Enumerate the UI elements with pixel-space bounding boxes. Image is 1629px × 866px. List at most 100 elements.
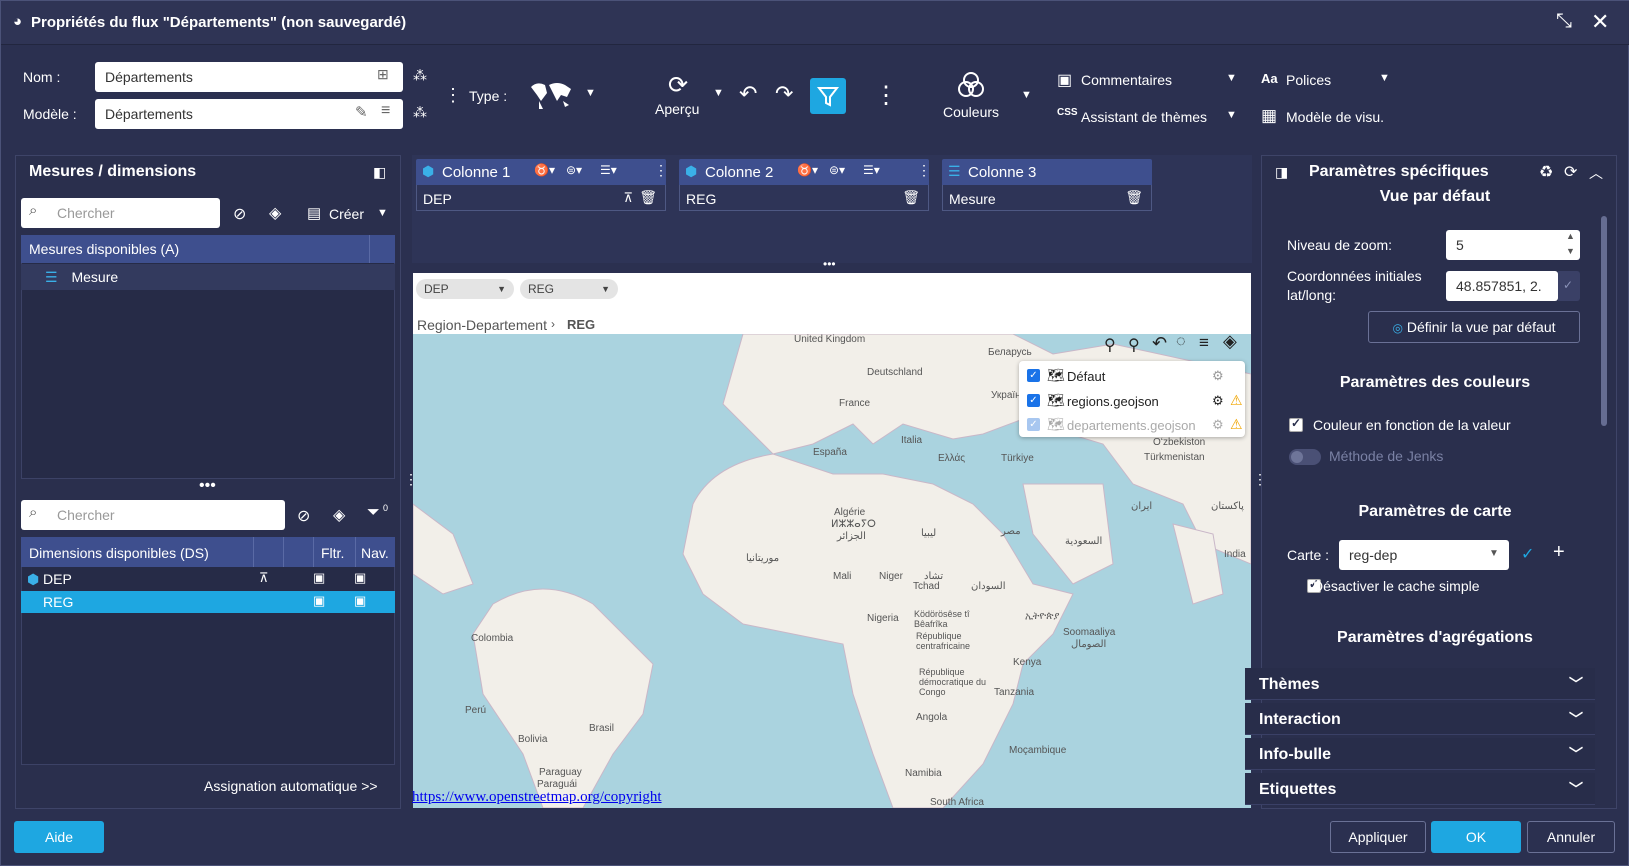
zoom-input[interactable]: 5 <box>1446 230 1580 260</box>
couleurs-label[interactable]: Couleurs <box>943 104 999 120</box>
layer-checkbox[interactable]: ✓ <box>1027 369 1040 382</box>
layer-row[interactable]: ✓ 🗺 regions.geojson ⚙ ⚠ <box>1027 392 1243 412</box>
column-1-value[interactable]: DEP ⊼ 🗑 <box>416 185 666 211</box>
layer-checkbox[interactable]: ✓ <box>1027 418 1040 431</box>
filter-chip-reg[interactable]: REG ▼ <box>520 279 618 299</box>
accordion-interaction[interactable]: Interaction ﹀ <box>1245 703 1595 735</box>
coords-input[interactable]: 48.857851, 2. <box>1446 271 1558 301</box>
column-3-value[interactable]: Mesure 🗑 <box>942 185 1152 211</box>
sort-icon[interactable]: ☰▾ <box>600 163 617 177</box>
ok-button[interactable]: OK <box>1431 821 1521 853</box>
help-button[interactable]: Aide <box>14 821 104 853</box>
zoom-out-icon[interactable]: ⚲ <box>1104 335 1116 355</box>
nom-input[interactable]: Départements <box>95 62 403 92</box>
auto-assign-link[interactable]: Assignation automatique >> <box>204 778 378 794</box>
link-icon[interactable]: ⁂ <box>413 67 427 84</box>
collapse-icon[interactable]: ⤡ <box>1556 10 1572 33</box>
accordion-etiquettes[interactable]: Etiquettes ﹀ <box>1245 773 1595 805</box>
hierarchy-icon[interactable]: ⊼ <box>623 190 633 206</box>
splitter-handle-icon[interactable]: ••• <box>199 477 216 495</box>
commentaires-dropdown-icon[interactable]: ▼ <box>1226 72 1237 84</box>
more-vert-icon[interactable]: ⋮ <box>874 81 898 110</box>
apply-button[interactable]: Appliquer <box>1330 821 1426 853</box>
create-button[interactable]: Créer <box>329 206 364 222</box>
redo-icon[interactable]: ↷ <box>775 81 793 107</box>
jenks-toggle[interactable] <box>1289 449 1321 465</box>
column-2-value[interactable]: REG 🗑 <box>679 185 929 211</box>
breadcrumb-region[interactable]: Region-Departement <box>417 317 547 333</box>
font-icon[interactable]: Aa <box>1261 71 1278 86</box>
aggregate-icon[interactable]: ⊜▾ <box>566 163 582 177</box>
layer-checkbox[interactable]: ✓ <box>1027 394 1040 407</box>
nav-checkbox[interactable]: ▣ <box>354 570 366 586</box>
world-map-icon[interactable] <box>527 79 575 111</box>
more-vert-icon[interactable]: ⋮ <box>654 162 668 179</box>
column-1-header[interactable]: ⬢ Colonne 1 ♉▾ ⊜▾ ☰▾ ⋮ <box>416 159 668 185</box>
comments-icon[interactable]: ▣ <box>1057 70 1072 90</box>
hierarchy-icon[interactable]: ⊼ <box>259 570 269 586</box>
more-vert-icon[interactable]: ⋮ <box>444 85 462 106</box>
hide-icon[interactable]: ⊘ <box>297 506 310 526</box>
cancel-button[interactable]: Annuler <box>1527 821 1615 853</box>
gear-icon[interactable]: ⚙ <box>1212 417 1224 433</box>
spinner-up-icon[interactable]: ▲ <box>1566 231 1575 241</box>
column-3-header[interactable]: ☰ Colonne 3 <box>942 159 1152 185</box>
collapse-panel-icon[interactable]: ◧ <box>373 164 386 181</box>
dimension-row-dep[interactable]: ⬢ DEP ⊼ ▣ ▣ <box>21 568 395 590</box>
assistant-themes-button[interactable]: Assistant de thèmes <box>1081 109 1207 125</box>
check-icon[interactable]: ✓ <box>1521 544 1534 564</box>
filter-chip-dep[interactable]: DEP ▼ <box>416 279 514 299</box>
measure-row[interactable]: ☰ Mesure <box>21 264 395 290</box>
layer-row[interactable]: ✓ 🗺 departements.geojson ⚙ ⚠ <box>1027 416 1243 436</box>
add-icon[interactable]: + <box>1553 541 1565 564</box>
apercu-label[interactable]: Aperçu <box>655 101 699 117</box>
commentaires-button[interactable]: Commentaires <box>1081 72 1172 88</box>
expand-panel-icon[interactable]: ◨ <box>1275 164 1288 181</box>
gear-icon[interactable]: ⚙ <box>1212 368 1224 384</box>
refresh-icon[interactable]: ⟳ <box>668 71 688 100</box>
close-icon[interactable]: ✕ <box>1591 9 1609 35</box>
dimension-row-reg[interactable]: REG ▣ ▣ <box>21 591 395 613</box>
aggregate-icon[interactable]: ⊜▾ <box>829 163 845 177</box>
nav-checkbox[interactable]: ▣ <box>354 593 366 609</box>
scrollbar[interactable] <box>1601 216 1607 426</box>
color-by-value-checkbox[interactable] <box>1289 416 1303 432</box>
copyright-link[interactable]: https://www.openstreetmap.org/copyright <box>412 789 662 806</box>
recycle-icon[interactable]: ♻ <box>1539 162 1553 182</box>
modele-visu-button[interactable]: Modèle de visu. <box>1286 109 1384 125</box>
accordion-info-bulle[interactable]: Info-bulle ﹀ <box>1245 738 1595 770</box>
edit-icon[interactable]: ✎ <box>355 103 368 121</box>
trash-icon[interactable]: 🗑 <box>1125 189 1143 206</box>
hide-icon[interactable]: ⊘ <box>233 204 246 224</box>
filter-button[interactable] <box>810 78 846 114</box>
fltr-checkbox[interactable]: ▣ <box>313 593 325 609</box>
type-dropdown-icon[interactable]: ▼ <box>585 87 596 99</box>
polices-button[interactable]: Polices <box>1286 72 1331 88</box>
gear-icon[interactable]: ⚙ <box>1212 393 1224 409</box>
zoom-in-icon[interactable]: ⚲ <box>1128 335 1140 355</box>
menu-icon[interactable]: ≡ <box>381 102 390 120</box>
layers-icon[interactable]: ◈ <box>1223 331 1237 352</box>
layout-icon[interactable]: ▦ <box>1261 106 1277 126</box>
polices-dropdown-icon[interactable]: ▼ <box>1379 72 1390 84</box>
reset-icon[interactable]: ⟳ <box>1564 162 1577 182</box>
link-icon[interactable]: ⁂ <box>413 104 427 121</box>
apercu-dropdown-icon[interactable]: ▼ <box>713 87 724 99</box>
sort-icon[interactable]: ☰▾ <box>863 163 880 177</box>
spinner-down-icon[interactable]: ▼ <box>1566 246 1575 256</box>
trash-icon[interactable]: 🗑 <box>902 189 920 206</box>
filter-icon[interactable]: ⏷ <box>367 504 380 522</box>
chevron-down-icon[interactable]: ▼ <box>1489 548 1499 559</box>
fltr-checkbox[interactable]: ▣ <box>313 570 325 586</box>
dimensions-search-input[interactable]: Chercher <box>21 500 285 530</box>
layers-icon[interactable]: ◈ <box>269 203 281 223</box>
menu-icon[interactable]: ≡ <box>1199 333 1209 353</box>
more-vert-icon[interactable]: ⋮ <box>917 162 931 179</box>
lasso-icon[interactable]: ◌ <box>1176 333 1186 351</box>
create-icon[interactable]: ▤ <box>307 204 321 222</box>
layer-row[interactable]: ✓ 🗺 Défaut ⚙ <box>1027 367 1237 387</box>
create-dropdown-icon[interactable]: ▼ <box>377 207 388 219</box>
column-2-header[interactable]: ⬢ Colonne 2 ♉▾ ⊜▾ ☰▾ ⋮ <box>679 159 931 185</box>
warning-icon[interactable]: ⚠ <box>1230 392 1243 409</box>
carte-select[interactable]: reg-dep <box>1339 540 1509 570</box>
